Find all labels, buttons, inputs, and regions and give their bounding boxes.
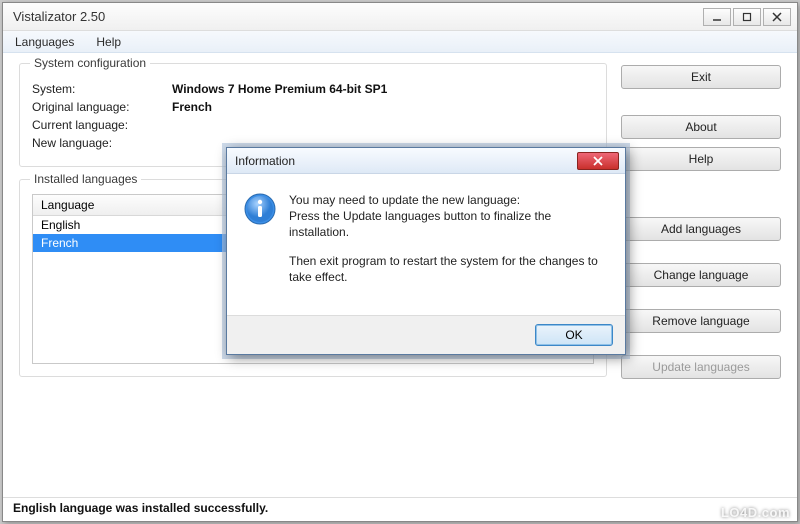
current-language-label: Current language: [32,118,172,132]
titlebar: Vistalizator 2.50 [3,3,797,31]
update-languages-button[interactable]: Update languages [621,355,781,379]
right-buttons-column: Exit About Help Add languages Change lan… [621,63,781,389]
status-text: English language was installed successfu… [13,501,268,515]
dialog-close-button[interactable] [577,152,619,170]
system-value: Windows 7 Home Premium 64-bit SP1 [172,82,387,96]
help-button[interactable]: Help [621,147,781,171]
window-title: Vistalizator 2.50 [9,9,701,24]
status-bar: English language was installed successfu… [3,497,797,521]
about-button[interactable]: About [621,115,781,139]
installed-legend: Installed languages [30,172,141,186]
exit-button[interactable]: Exit [621,65,781,89]
close-button[interactable] [763,8,791,26]
dialog-title: Information [233,154,577,168]
dialog-button-row: OK [227,315,625,354]
menu-help[interactable]: Help [92,33,125,51]
system-label: System: [32,82,172,96]
change-language-button[interactable]: Change language [621,263,781,287]
sysconf-legend: System configuration [30,56,150,70]
ok-button[interactable]: OK [535,324,613,346]
dialog-para1: You may need to update the new language:… [289,192,607,241]
information-dialog: Information You may need to update the n… [226,147,626,355]
original-language-value: French [172,100,212,114]
add-languages-button[interactable]: Add languages [621,217,781,241]
original-language-label: Original language: [32,100,172,114]
info-icon [243,192,277,226]
minimize-button[interactable] [703,8,731,26]
dialog-body: You may need to update the new language:… [227,174,625,315]
new-language-label: New language: [32,136,172,150]
window-buttons [701,8,791,26]
remove-language-button[interactable]: Remove language [621,309,781,333]
maximize-button[interactable] [733,8,761,26]
menu-languages[interactable]: Languages [11,33,78,51]
dialog-text: You may need to update the new language:… [289,192,607,297]
dialog-titlebar: Information [227,148,625,174]
menubar: Languages Help [3,31,797,53]
dialog-para2: Then exit program to restart the system … [289,253,607,285]
